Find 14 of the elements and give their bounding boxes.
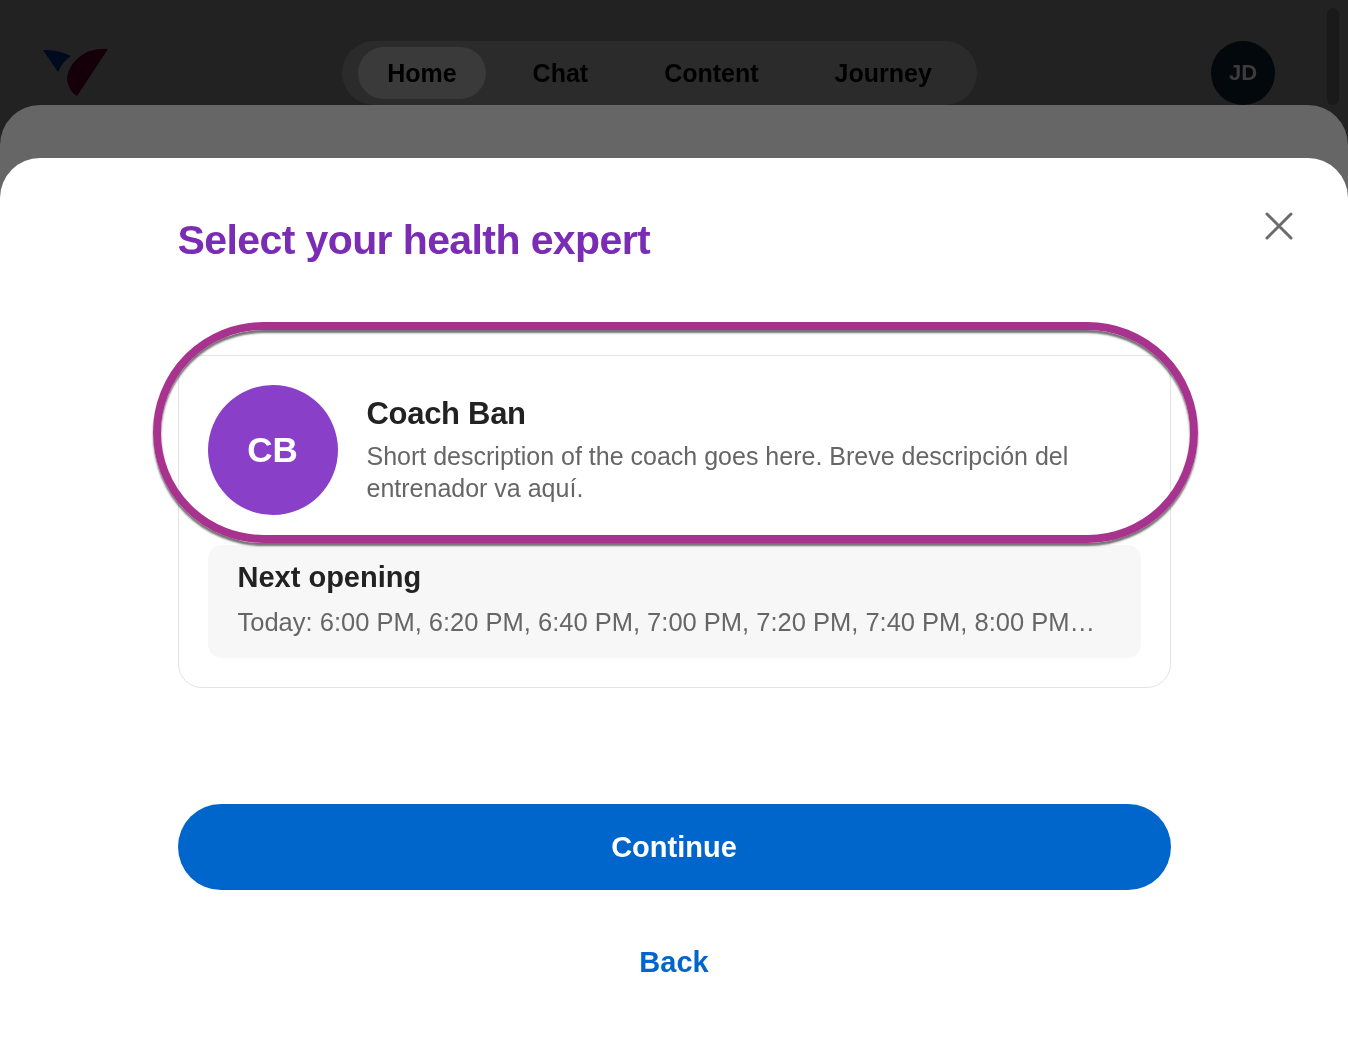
- back-link[interactable]: Back: [623, 937, 725, 987]
- expert-card[interactable]: CB Coach Ban Short description of the coach goes here. Breve descripción del entrenador va aquí. Next opening Today: 6:00 PM, 6:20 PM, 6:40 PM, 7:00 PM, 7:20 PM, 7:40 PM, 8:00 PM…: [177, 355, 1171, 688]
- logo-icon: [42, 48, 108, 97]
- next-opening-times: Today: 6:00 PM, 6:20 PM, 6:40 PM, 7:00 PM, 7:20 PM, 7:40 PM, 8:00 PM…: [237, 607, 1096, 638]
- close-icon: [1265, 212, 1293, 240]
- next-opening-label: Next opening: [237, 560, 423, 594]
- profile-avatar[interactable]: JD: [1211, 40, 1275, 105]
- expert-description: Short description of the coach goes here. Breve descripción del entrenador va aquí.: [366, 441, 1070, 504]
- dialog-title: Select your health expert: [177, 216, 652, 264]
- nav-tab[interactable]: Home: [358, 46, 486, 99]
- continue-button[interactable]: Continue: [177, 804, 1171, 890]
- expert-name: Coach Ban: [366, 396, 527, 432]
- close-button[interactable]: [1263, 210, 1295, 242]
- expert-avatar: CB: [207, 385, 338, 515]
